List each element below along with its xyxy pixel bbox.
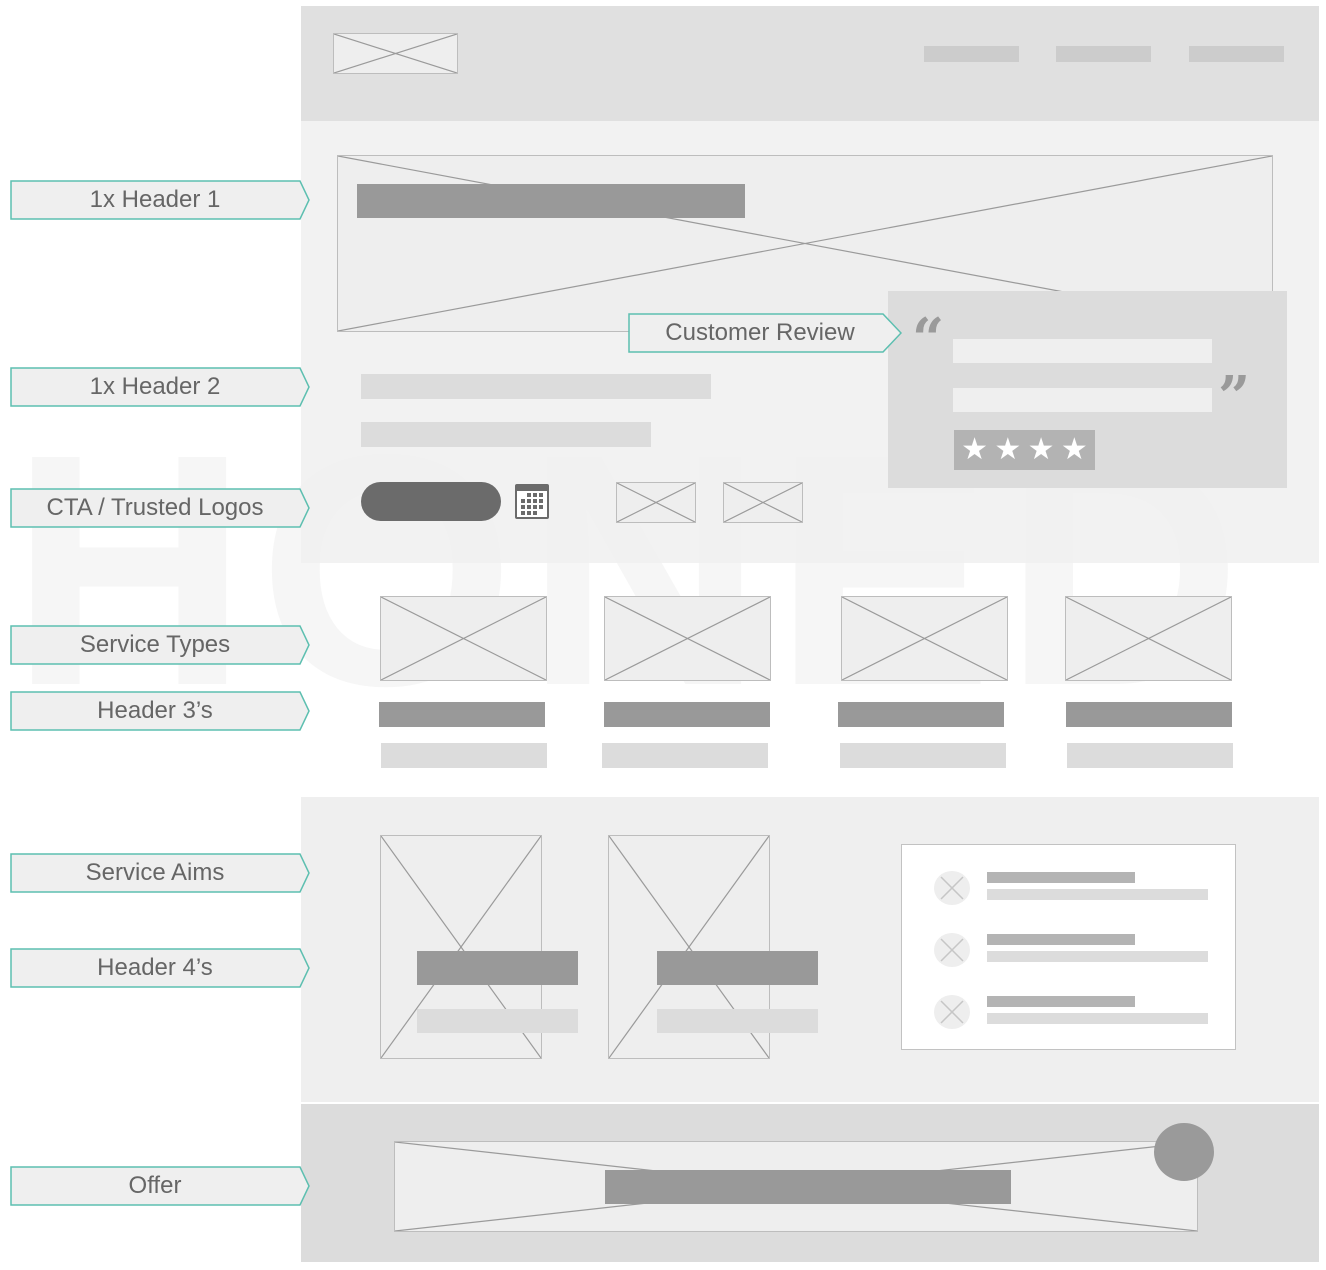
label-text: Offer [128, 1172, 182, 1199]
service-type-image-3 [841, 596, 1008, 681]
star-icon: ★ [1060, 433, 1088, 466]
cta-button[interactable] [361, 482, 501, 521]
label-offer: Offer [10, 1166, 310, 1206]
label-customer-review: Customer Review [628, 313, 902, 353]
aim-icon [934, 933, 970, 967]
service-aim-text-2 [657, 1009, 818, 1033]
label-cta-logos: CTA / Trusted Logos [10, 488, 310, 528]
offer-badge [1154, 1123, 1214, 1181]
aim-icon [934, 995, 970, 1029]
label-service-types: Service Types [10, 625, 310, 665]
aim-text-1 [987, 889, 1208, 900]
nav-item-1[interactable] [924, 46, 1019, 62]
label-text: 1x Header 1 [89, 186, 221, 213]
star-icon: ★ [994, 433, 1022, 466]
aim-title-1 [987, 872, 1135, 883]
aim-text-2 [987, 951, 1208, 962]
service-type-text-1 [381, 743, 547, 768]
label-header-1: 1x Header 1 [10, 180, 310, 220]
label-header-2: 1x Header 2 [10, 367, 310, 407]
header-3-bar-4 [1066, 702, 1232, 727]
image-placeholder-icon [1066, 597, 1231, 680]
aim-title-3 [987, 996, 1135, 1007]
header-2-bar-1 [361, 374, 711, 399]
image-placeholder-icon [605, 597, 770, 680]
aim-text-3 [987, 1013, 1208, 1024]
service-type-text-4 [1067, 743, 1233, 768]
nav-item-2[interactable] [1056, 46, 1151, 62]
service-type-image-1 [380, 596, 547, 681]
label-header-3: Header 3’s [10, 691, 310, 731]
label-text: Customer Review [665, 319, 855, 346]
star-icon: ★ [961, 433, 989, 466]
header-1-bar [357, 184, 745, 218]
label-text: 1x Header 2 [89, 373, 221, 400]
header-4-bar-1 [417, 951, 578, 985]
header-3-bar-2 [604, 702, 770, 727]
nav-item-3[interactable] [1189, 46, 1284, 62]
image-placeholder-icon [617, 483, 695, 522]
label-text: Service Types [79, 631, 231, 658]
service-type-text-2 [602, 743, 768, 768]
label-service-aims: Service Aims [10, 853, 310, 893]
image-placeholder-icon [381, 597, 546, 680]
header-2-bar-2 [361, 422, 651, 447]
service-type-image-4 [1065, 596, 1232, 681]
label-text: Header 4’s [97, 954, 213, 981]
review-text-line-2 [953, 388, 1212, 412]
image-placeholder-icon [724, 483, 802, 522]
label-text: Service Aims [85, 859, 225, 886]
header-4-bar-2 [657, 951, 818, 985]
aims-list-card [901, 844, 1236, 1050]
service-type-image-2 [604, 596, 771, 681]
header-3-bar-3 [838, 702, 1004, 727]
label-text: CTA / Trusted Logos [46, 494, 264, 521]
service-aim-text-1 [417, 1009, 578, 1033]
star-icon: ★ [1027, 433, 1055, 466]
label-text: Header 3’s [97, 697, 213, 724]
open-quote-icon: “ [912, 306, 945, 372]
logo-placeholder [333, 33, 458, 74]
star-rating: ★ ★ ★ ★ [954, 430, 1095, 470]
aim-icon [934, 871, 970, 905]
image-placeholder-icon [842, 597, 1007, 680]
trusted-logo-2 [723, 482, 803, 523]
trusted-logo-1 [616, 482, 696, 523]
calendar-icon[interactable] [515, 484, 549, 519]
close-quote-icon: ” [1218, 364, 1251, 430]
label-header-4: Header 4’s [10, 948, 310, 988]
offer-headline-bar [605, 1170, 1011, 1204]
aim-title-2 [987, 934, 1135, 945]
header-3-bar-1 [379, 702, 545, 727]
customer-review-card: “ ” ★ ★ ★ ★ [888, 291, 1287, 488]
review-text-line-1 [953, 339, 1212, 363]
image-placeholder-icon [334, 34, 457, 73]
service-type-text-3 [840, 743, 1006, 768]
